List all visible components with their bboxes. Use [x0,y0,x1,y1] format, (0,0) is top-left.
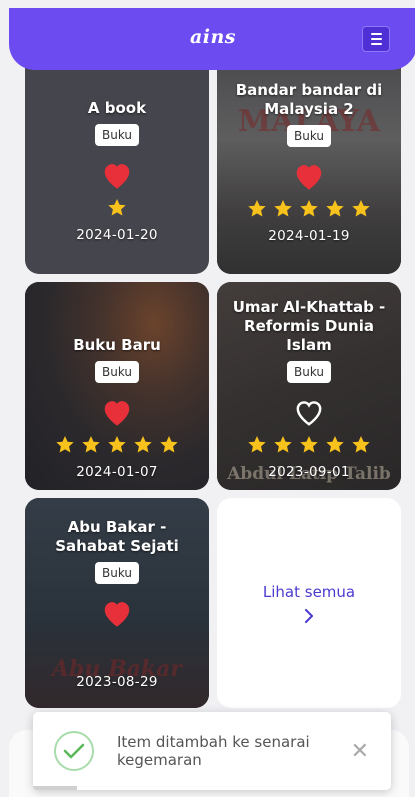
book-date: 2024-01-19 [268,228,350,244]
app-header: ains [9,8,415,70]
close-icon[interactable]: ✕ [351,739,369,764]
view-all-button[interactable]: Lihat semua [217,498,401,708]
toast-notification: Item ditambah ke senarai kegemaran ✕ [33,712,391,790]
star-icon [108,436,126,453]
book-card-umar[interactable]: Abdul Latip Talib Umar Al-Khattab - Refo… [217,282,401,490]
category-badge: Buku [94,361,140,383]
category-badge: Buku [94,124,140,146]
book-card-buku-baru[interactable]: Buku Baru Buku 2024-01-07 [25,282,209,490]
heart-filled-icon[interactable] [100,598,134,628]
star-rating [107,198,127,217]
star-icon [326,436,344,453]
star-icon [352,436,370,453]
star-icon [134,436,152,453]
chevron-right-icon [305,609,313,623]
star-icon [274,200,292,217]
view-all-label: Lihat semua [262,583,356,601]
book-date: 2023-09-01 [268,464,350,480]
heart-outline-icon[interactable] [292,397,326,427]
star-icon [352,200,370,217]
book-card-abu-bakar[interactable]: Abu Bakar Abu Bakar - Sahabat Sejati Buk… [25,498,209,708]
star-icon [82,436,100,453]
star-icon [300,436,318,453]
book-title: Umar Al-Khattab - Reformis Dunia Islam [232,298,386,354]
book-title: Abu Bakar - Sahabat Sejati [55,518,179,555]
star-icon [108,199,126,216]
hamburger-icon [370,33,382,35]
heart-filled-icon[interactable] [100,397,134,427]
star-icon [248,436,266,453]
book-card-a-book[interactable]: A book Buku 2024-01-20 [25,66,209,274]
category-badge: Buku [286,125,332,147]
book-title: Bandar bandar di Malaysia 2 [235,81,383,118]
book-date: 2024-01-07 [76,464,158,480]
star-icon [326,200,344,217]
heart-filled-icon[interactable] [100,160,134,190]
menu-button[interactable] [362,26,390,52]
star-rating [247,199,371,218]
star-icon [160,436,178,453]
book-title: A book [87,99,147,117]
star-icon [56,436,74,453]
category-badge: Buku [286,361,332,383]
book-grid: A book Buku 2024-01-20 MALAYA Bandar ban… [25,66,401,708]
star-icon [300,200,318,217]
toast-message: Item ditambah ke senarai kegemaran [117,733,310,769]
check-circle-icon [54,731,94,771]
star-icon [248,200,266,217]
category-badge: Buku [94,562,140,584]
book-title: Buku Baru [73,336,161,354]
heart-filled-icon[interactable] [292,161,326,191]
book-date: 2024-01-20 [76,227,158,243]
star-rating [55,435,179,454]
star-rating [247,435,371,454]
star-icon [274,436,292,453]
app-logo[interactable]: ains [9,26,415,48]
book-date: 2023-08-29 [76,674,158,690]
toast-progress-bar [33,786,77,790]
book-card-bandar[interactable]: MALAYA Bandar bandar di Malaysia 2 Buku … [217,66,401,274]
